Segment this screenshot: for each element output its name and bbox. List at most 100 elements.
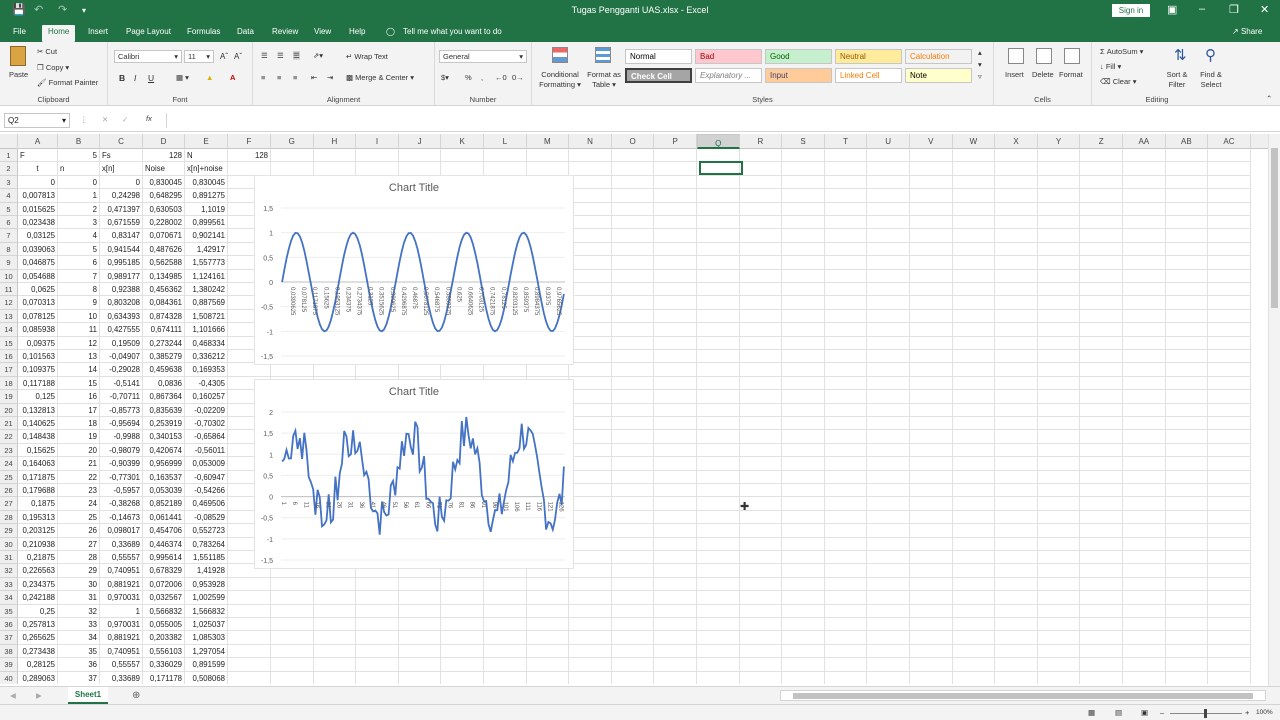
cell[interactable] (1080, 604, 1123, 618)
cell[interactable] (1037, 162, 1081, 176)
cell[interactable] (995, 564, 1038, 578)
cell[interactable] (569, 323, 612, 337)
row-header[interactable]: 30 (0, 537, 18, 551)
cell[interactable] (356, 162, 399, 176)
cell[interactable] (1208, 443, 1251, 458)
cell[interactable] (739, 457, 783, 471)
cell[interactable] (611, 618, 655, 632)
cell[interactable] (569, 631, 612, 645)
cell[interactable] (526, 591, 570, 605)
cell[interactable] (910, 564, 953, 578)
cell[interactable] (739, 309, 783, 324)
column-header[interactable]: V (910, 134, 953, 149)
cell[interactable] (654, 510, 697, 525)
cell[interactable] (910, 269, 953, 283)
cell[interactable]: 0,634393 (100, 309, 143, 324)
cell[interactable] (441, 577, 484, 592)
cell[interactable]: 0,015625 (18, 202, 58, 216)
cell[interactable]: 0,995614 (143, 551, 185, 565)
cell[interactable] (697, 350, 740, 364)
cell[interactable] (952, 256, 996, 270)
cell[interactable] (1123, 350, 1166, 364)
cell[interactable] (1123, 537, 1166, 551)
cell[interactable]: -0,29028 (100, 363, 143, 377)
cell[interactable] (739, 363, 783, 377)
cell[interactable] (654, 644, 697, 659)
cell[interactable] (824, 484, 868, 498)
cell[interactable]: 0,148438 (18, 430, 58, 444)
cell[interactable] (1123, 403, 1166, 417)
cell[interactable] (867, 162, 910, 176)
cell[interactable] (611, 242, 655, 257)
cell[interactable] (1037, 283, 1081, 297)
cell[interactable] (952, 202, 996, 216)
cell[interactable]: -0,38268 (100, 497, 143, 511)
cell[interactable] (995, 269, 1038, 283)
styles-more-icon[interactable]: ▿ (978, 72, 982, 81)
cell[interactable] (952, 631, 996, 645)
cell[interactable] (398, 577, 442, 592)
cell[interactable] (782, 403, 825, 417)
cell[interactable] (739, 336, 783, 350)
cell[interactable]: 0,171875 (18, 470, 58, 484)
cell[interactable]: 0,0625 (18, 283, 58, 297)
cell[interactable] (867, 618, 910, 632)
tab-formulas[interactable]: Formulas (187, 27, 220, 36)
cell[interactable]: 17 (58, 403, 100, 417)
cell[interactable]: 0,055005 (143, 618, 185, 632)
cell[interactable] (1037, 202, 1081, 216)
cell[interactable] (910, 229, 953, 243)
column-header[interactable]: Q (697, 134, 740, 149)
cell[interactable] (867, 229, 910, 243)
cell[interactable] (398, 149, 442, 163)
cell[interactable] (739, 577, 783, 592)
cell[interactable] (1037, 658, 1081, 672)
row-header[interactable]: 28 (0, 510, 18, 525)
cell[interactable]: 22 (58, 470, 100, 484)
cell[interactable]: 4 (58, 229, 100, 243)
cell[interactable]: 0,226563 (18, 564, 58, 578)
cell[interactable] (1165, 336, 1209, 350)
cell[interactable] (824, 524, 868, 538)
style-neutral[interactable]: Neutral (835, 49, 902, 64)
cell[interactable] (1165, 189, 1209, 203)
cell[interactable] (995, 149, 1038, 163)
cell[interactable] (271, 644, 314, 659)
prev-sheet-icon[interactable]: ◀ (10, 691, 16, 700)
cell[interactable] (1080, 269, 1123, 283)
cell[interactable]: 5 (58, 242, 100, 257)
cell[interactable] (1037, 484, 1081, 498)
cell[interactable] (952, 216, 996, 230)
column-header[interactable]: C (100, 134, 143, 149)
cell[interactable] (867, 376, 910, 391)
cell[interactable] (569, 658, 612, 672)
share-button[interactable]: ↗ Share (1232, 27, 1262, 36)
cell[interactable] (739, 175, 783, 190)
cell[interactable] (526, 618, 570, 632)
cell[interactable] (313, 658, 357, 672)
insert-cells-icon[interactable] (1008, 48, 1024, 64)
cell[interactable] (824, 510, 868, 525)
cell[interactable] (1080, 658, 1123, 672)
cell[interactable] (398, 604, 442, 618)
cell[interactable] (824, 417, 868, 431)
cell[interactable] (526, 149, 570, 163)
vertical-scroll-thumb[interactable] (1271, 148, 1278, 308)
cell[interactable]: 0,053039 (143, 484, 185, 498)
tab-insert[interactable]: Insert (88, 27, 108, 36)
styles-scroll-down-icon[interactable]: ▾ (978, 60, 982, 69)
cell[interactable] (782, 162, 825, 176)
column-header[interactable]: Z (1080, 134, 1123, 149)
cell[interactable]: 16 (58, 390, 100, 404)
fill-button[interactable]: ↓ Fill ▾ (1100, 62, 1121, 71)
cell[interactable] (1123, 296, 1166, 310)
cell[interactable] (697, 671, 740, 684)
tab-view[interactable]: View (314, 27, 331, 36)
row-header[interactable]: 31 (0, 551, 18, 565)
cell[interactable] (782, 202, 825, 216)
cell[interactable] (697, 296, 740, 310)
cell[interactable] (611, 390, 655, 404)
cell[interactable] (910, 537, 953, 551)
page-break-view-icon[interactable]: ▣ (1141, 708, 1148, 717)
cell[interactable] (1123, 430, 1166, 444)
